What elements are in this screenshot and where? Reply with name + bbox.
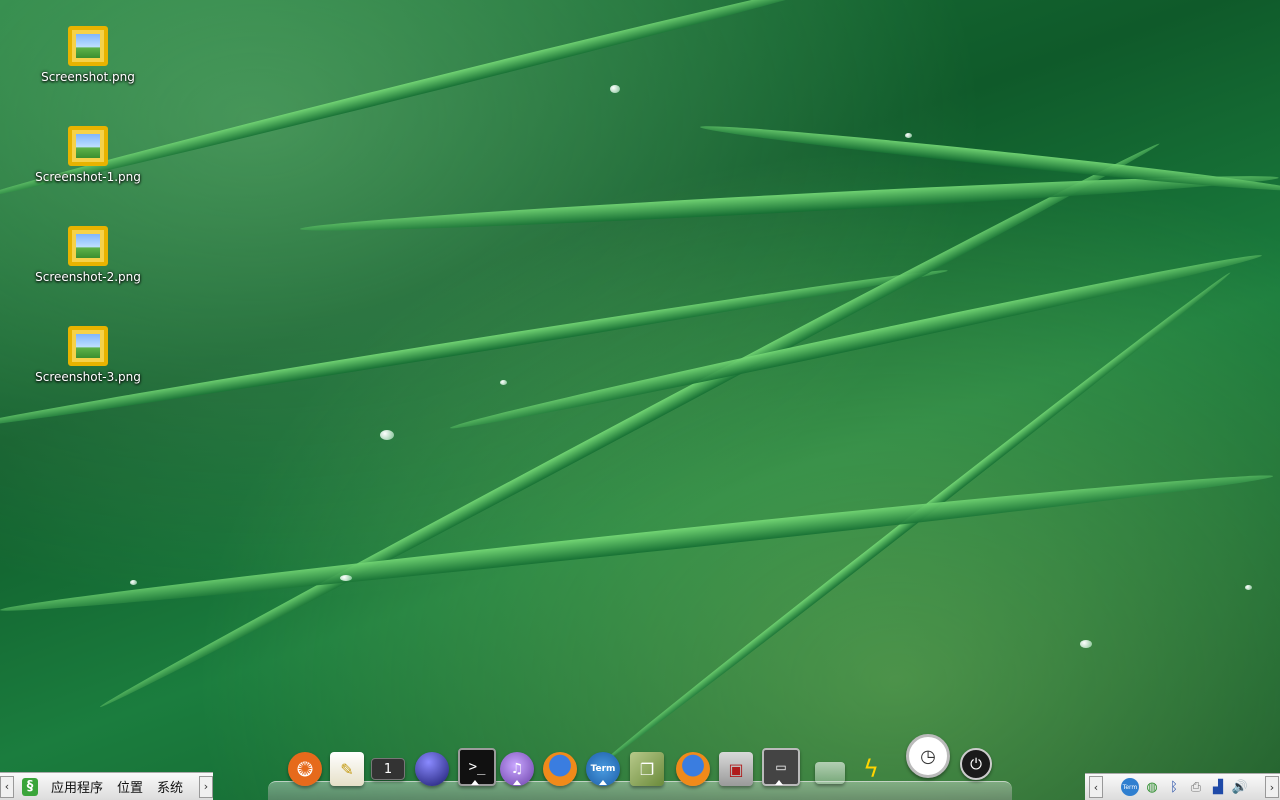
menu-places[interactable]: 位置 <box>110 777 150 796</box>
water-drop <box>340 575 352 581</box>
desktop-icon[interactable]: Screenshot-3.png <box>33 326 143 384</box>
water-drop <box>610 85 620 93</box>
trash-icon[interactable] <box>815 762 845 784</box>
image-file-icon <box>68 226 108 266</box>
printer-icon[interactable]: ⎙ <box>1187 778 1205 796</box>
tray-hide-right-button[interactable]: › <box>1265 776 1279 798</box>
desktop-icon-label: Screenshot-1.png <box>35 170 141 184</box>
tray-hide-left-button[interactable]: ‹ <box>1089 776 1103 798</box>
grass-blade <box>299 168 1280 238</box>
battery-icon[interactable]: ϟ <box>857 752 885 786</box>
menu-system[interactable]: 系统 <box>150 777 190 796</box>
workspace-number: 1 <box>383 761 393 777</box>
desktop-icon[interactable]: Screenshot.png <box>33 26 143 84</box>
signal-icon[interactable]: ▟ <box>1209 778 1227 796</box>
panel-hide-right-button[interactable]: › <box>199 775 213 798</box>
water-drop <box>905 133 912 138</box>
network-icon[interactable]: ◍ <box>1143 778 1161 796</box>
workspace-switcher-icon[interactable]: 1 <box>371 758 405 780</box>
image-file-icon <box>68 326 108 366</box>
water-drop <box>1245 585 1252 590</box>
firefox-icon[interactable] <box>543 752 577 786</box>
panel-hide-left-button[interactable]: ‹ <box>0 775 14 798</box>
water-drop <box>130 580 137 585</box>
eclipse-icon[interactable] <box>415 752 449 786</box>
text-editor-icon[interactable]: ✎ <box>330 752 364 786</box>
water-drop <box>380 430 394 440</box>
grass-blade <box>0 466 1275 620</box>
desktop-icon[interactable]: Screenshot-1.png <box>33 126 143 184</box>
distro-logo-icon[interactable]: § <box>22 777 38 796</box>
ubuntu-logo-icon[interactable]: ✺ <box>288 752 322 786</box>
bluetooth-icon[interactable]: ᛒ <box>1165 778 1183 796</box>
volume-icon[interactable]: 🔊 <box>1231 778 1249 796</box>
desktop-icon[interactable]: Screenshot-2.png <box>33 226 143 284</box>
firefox-2-icon[interactable] <box>676 752 710 786</box>
desktop-icon-label: Screenshot-3.png <box>35 370 141 384</box>
running-indicator <box>471 780 479 785</box>
running-indicator <box>599 780 607 785</box>
package-manager-icon[interactable]: ▣ <box>719 752 753 786</box>
menu-applications[interactable]: 应用程序 <box>44 777 110 796</box>
grass-blade <box>96 137 1163 714</box>
running-indicator <box>513 780 521 785</box>
water-drop <box>1080 640 1092 648</box>
desktop-icon-label: Screenshot.png <box>41 70 135 84</box>
power-icon[interactable]: ⏻ <box>960 748 992 780</box>
tray-term-label: Term <box>1122 783 1138 791</box>
term-label: Term <box>590 764 616 774</box>
bottom-panel-left: ‹ § 应用程序 位置 系统 › <box>0 772 213 800</box>
running-indicator <box>775 780 783 785</box>
term-tray-icon[interactable]: Term <box>1121 778 1139 796</box>
water-drop <box>500 380 507 385</box>
clock-icon[interactable]: ◷ <box>906 734 950 778</box>
wallpaper <box>0 0 1280 800</box>
book-icon[interactable]: ❐ <box>630 752 664 786</box>
desktop-icon-label: Screenshot-2.png <box>35 270 141 284</box>
image-file-icon <box>68 26 108 66</box>
image-file-icon <box>68 126 108 166</box>
bottom-panel-right: ‹ Term ◍ ᛒ ⎙ ▟ 🔊 › <box>1085 773 1280 800</box>
